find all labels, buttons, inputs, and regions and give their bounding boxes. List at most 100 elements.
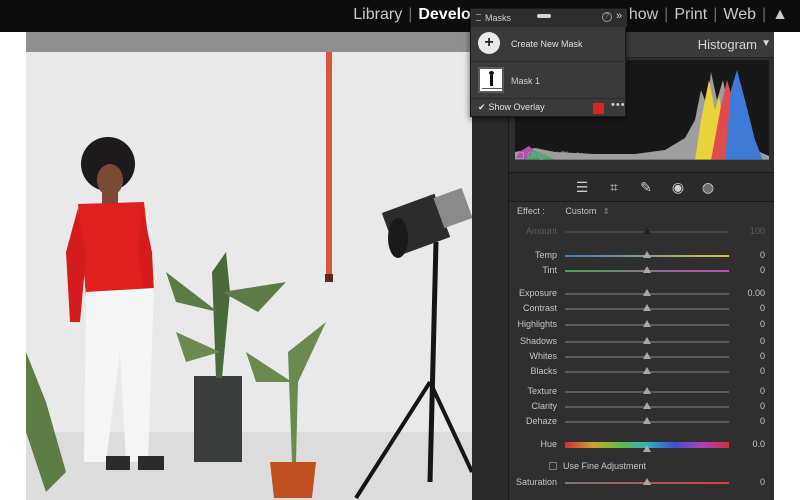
collapse-triangle-icon[interactable]: ▼ — [761, 38, 771, 49]
photo-image — [26, 52, 472, 500]
slider-value[interactable]: 0 — [760, 366, 765, 376]
slider-value[interactable]: 0 — [760, 336, 765, 346]
drag-handle-icon[interactable] — [537, 14, 551, 18]
module-separator: | — [762, 6, 767, 23]
photo-canvas[interactable] — [26, 52, 472, 500]
masking-icon[interactable]: ◍ — [699, 178, 717, 196]
more-options-icon[interactable]: ••• — [611, 99, 626, 111]
slider-amount: Amount 100 — [509, 226, 775, 238]
masks-title: Masks — [485, 13, 512, 23]
module-separator: | — [713, 6, 718, 23]
module-library[interactable]: Library — [349, 6, 406, 24]
slider-value[interactable]: 0 — [760, 477, 765, 487]
slider-thumb[interactable] — [643, 352, 651, 359]
slider-blacks[interactable]: Blacks 0 — [509, 366, 775, 378]
slider-thumb[interactable] — [643, 478, 651, 485]
slider-label: Amount — [525, 226, 557, 236]
slider-thumb[interactable] — [643, 337, 651, 344]
create-new-mask-button[interactable]: + — [478, 32, 500, 54]
plus-icon: + — [484, 34, 494, 51]
slider-label: Dehaze — [525, 416, 557, 426]
slider-thumb[interactable] — [643, 304, 651, 311]
module-slideshow[interactable]: how — [625, 6, 662, 24]
slider-label: Temp — [534, 250, 557, 260]
module-separator: | — [664, 6, 669, 23]
collapse-icon[interactable]: » — [616, 10, 622, 22]
mask-name[interactable]: Mask 1 — [511, 76, 540, 86]
slider-saturation[interactable]: Saturation 0 — [509, 477, 775, 489]
slider-tint[interactable]: Tint 0 — [509, 265, 775, 277]
slider-value[interactable]: 0 — [760, 416, 765, 426]
slider-exposure[interactable]: Exposure 0.00 — [509, 288, 775, 300]
module-separator: | — [408, 6, 413, 23]
checkmark-icon: ✔ — [478, 102, 486, 112]
slider-highlights[interactable]: Highlights 0 — [509, 319, 775, 331]
slider-label: Blacks — [530, 366, 557, 376]
module-more[interactable]: ▲ — [768, 6, 792, 24]
slider-value[interactable]: 0 — [760, 351, 765, 361]
module-develop[interactable]: Develo — [414, 6, 474, 24]
slider-value[interactable]: 0 — [760, 303, 765, 313]
heal-icon[interactable]: ✎ — [637, 178, 655, 196]
slider-clarity[interactable]: Clarity 0 — [509, 401, 775, 413]
slider-label: Shadows — [519, 336, 557, 346]
slider-thumb[interactable] — [643, 320, 651, 327]
show-overlay-checkbox[interactable]: ✔ Show Overlay — [478, 102, 545, 113]
slider-contrast[interactable]: Contrast 0 — [509, 303, 775, 315]
canvas-background — [26, 32, 472, 52]
slider-label: Texture — [527, 386, 557, 396]
slider-value[interactable]: 0.00 — [747, 288, 765, 298]
module-web[interactable]: Web — [719, 6, 760, 24]
slider-thumb[interactable] — [643, 387, 651, 394]
module-bar: Library | Develo how | Print | Web | ▲ — [0, 0, 800, 32]
sliders-icon[interactable]: ☰ — [573, 178, 591, 196]
slider-value: 100 — [749, 226, 765, 236]
overlay-color-swatch[interactable] — [593, 103, 604, 114]
page-margin — [0, 32, 26, 500]
slider-label: Contrast — [522, 303, 557, 313]
slider-thumb[interactable] — [643, 251, 651, 258]
fine-adjustment-checkbox[interactable]: Use Fine Adjustment — [549, 461, 646, 471]
slider-thumb[interactable] — [643, 445, 651, 452]
slider-shadows[interactable]: Shadows 0 — [509, 336, 775, 348]
slider-value[interactable]: 0 — [760, 265, 765, 275]
person-icon — [489, 71, 494, 86]
effect-value: Custom — [565, 206, 597, 216]
tool-strip: ☰ ⌗ ✎ ◉ ◍ — [509, 172, 775, 202]
slider-dehaze[interactable]: Dehaze 0 — [509, 416, 775, 428]
slider-value[interactable]: 0 — [760, 386, 765, 396]
create-new-mask-label[interactable]: Create New Mask — [511, 39, 583, 49]
crop-icon[interactable]: ⌗ — [605, 178, 623, 196]
slider-thumb[interactable] — [643, 367, 651, 374]
effect-dropdown[interactable]: Effect : Custom ⇕ — [517, 206, 610, 216]
checkbox-icon — [515, 152, 524, 159]
slider-whites[interactable]: Whites 0 — [509, 351, 775, 363]
slider-label: Saturation — [515, 477, 557, 487]
slider-temp[interactable]: Temp 0 — [509, 250, 775, 262]
slider-thumb[interactable] — [643, 289, 651, 296]
slider-label: Hue — [540, 439, 557, 449]
slider-thumb — [643, 227, 651, 234]
slider-label: Highlights — [517, 319, 557, 329]
slider-value[interactable]: 0 — [760, 319, 765, 329]
slider-thumb[interactable] — [643, 402, 651, 409]
slider-hue[interactable]: Hue 0.0 — [509, 439, 775, 452]
mask-thumbnail[interactable] — [478, 67, 504, 93]
slider-texture[interactable]: Texture 0 — [509, 386, 775, 398]
slider-thumb[interactable] — [643, 417, 651, 424]
help-icon[interactable]: ? — [602, 12, 612, 22]
slider-value[interactable]: 0 — [760, 250, 765, 260]
grip-icon[interactable] — [476, 14, 481, 21]
histogram-title: Histogram — [697, 37, 757, 52]
masks-panel: Masks ? » + Create New Mask Mask 1 ✔ Show… — [470, 8, 627, 117]
mask-list-item[interactable]: Mask 1 — [471, 61, 627, 99]
slider-label: Exposure — [518, 288, 557, 298]
slider-thumb[interactable] — [643, 266, 651, 273]
slider-value[interactable]: 0.0 — [752, 439, 765, 449]
slider-value[interactable]: 0 — [760, 401, 765, 411]
masks-header[interactable]: Masks ? » — [471, 9, 627, 27]
redeye-icon[interactable]: ◉ — [669, 178, 687, 196]
slider-label: Clarity — [531, 401, 557, 411]
module-print[interactable]: Print — [670, 6, 711, 24]
original-photo-toggle[interactable]: Original Photo — [515, 150, 584, 160]
